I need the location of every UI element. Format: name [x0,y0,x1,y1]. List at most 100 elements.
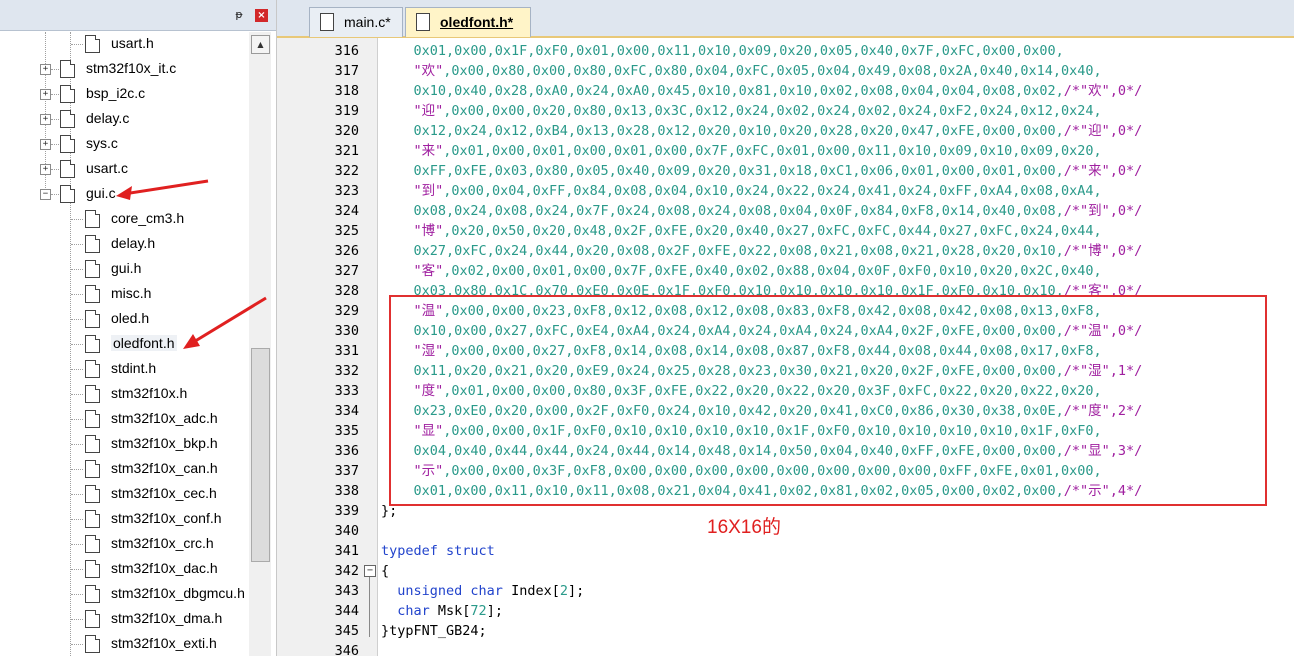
line-number: 344 [334,603,359,619]
tab-oledfont-h[interactable]: oledfont.h* [405,7,531,37]
tree-item-label: stm32f10x_can.h [111,460,218,476]
file-icon [85,610,100,628]
editor-tabs: main.c* oledfont.h* [277,0,1294,38]
tree-item-label: stm32f10x_exti.h [111,635,217,651]
file-icon [320,13,334,31]
code-token: 2 [559,583,568,599]
code-token: 0xFF,0xFE,0x03,0x80,0x05,0x40,0x09,0x20,… [381,163,1064,179]
line-number: 336 [334,443,359,459]
file-icon [85,510,100,528]
code-token: 0x12,0x24,0x12,0xB4,0x13,0x28,0x12,0x20,… [381,123,1064,139]
code-token: char [397,603,430,619]
code-token: "到" [381,183,444,199]
code-line[interactable]: typedef struct [381,541,495,561]
line-number: 342 [334,563,359,579]
tree-item[interactable]: stm32f10x_can.h [0,457,248,481]
tree-item[interactable]: stm32f10x_dma.h [0,607,248,631]
code-line[interactable]: "来",0x01,0x00,0x01,0x00,0x01,0x00,0x7F,0… [381,141,1102,161]
code-token: typedef struct [381,543,495,559]
code-line[interactable]: { [381,561,389,581]
code-line[interactable]: 0x01,0x00,0x1F,0xF0,0x01,0x00,0x11,0x10,… [381,41,1064,61]
tree-item-label: stm32f10x_adc.h [111,410,218,426]
code-line[interactable]: "到",0x00,0x04,0xFF,0x84,0x08,0x04,0x10,0… [381,181,1102,201]
tree-item-label: stm32f10x_bkp.h [111,435,218,451]
code-token: ,0x00,0x80,0x00,0x80,0xFC,0x80,0x04,0xFC… [443,63,1102,79]
file-icon [85,485,100,503]
code-token: ,0x02,0x00,0x01,0x00,0x7F,0xFE,0x40,0x02… [443,263,1102,279]
code-line[interactable]: "博",0x20,0x50,0x20,0x48,0x2F,0xFE,0x20,0… [381,221,1102,241]
code-token: 0x01,0x00,0x1F,0xF0,0x01,0x00,0x11,0x10,… [381,43,1064,59]
tree-item-label: stm32f10x_crc.h [111,535,214,551]
code-token: Index[ [502,583,560,599]
tab-label: main.c* [344,14,391,30]
code-line[interactable]: 0x12,0x24,0x12,0xB4,0x13,0x28,0x12,0x20,… [381,121,1143,141]
tree-guide-line [71,469,83,470]
code-line[interactable]: "欢",0x00,0x80,0x00,0x80,0xFC,0x80,0x04,0… [381,61,1102,81]
code-token: ]; [567,583,585,599]
tree-guide-line [71,644,83,645]
tree-item-label: stm32f10x_dma.h [111,610,223,626]
code-token: "迎" [381,103,444,119]
code-token: ,0x00,0x04,0xFF,0x84,0x08,0x04,0x10,0x24… [443,183,1102,199]
code-token: 0x10,0x40,0x28,0xA0,0x24,0xA0,0x45,0x10,… [381,83,1064,99]
code-token: /*"到",0*/ [1063,203,1143,219]
code-token: ,0x00,0x00,0x20,0x80,0x13,0x3C,0x12,0x24… [443,103,1102,119]
line-number: 335 [334,423,359,439]
tree-item[interactable]: stm32f10x_dbgmcu.h [0,582,248,606]
fold-guide-line [369,577,370,637]
code-line[interactable]: char Msk[72]; [381,601,503,621]
code-token: /*"欢",0*/ [1063,83,1143,99]
line-number: 339 [334,503,359,519]
code-line[interactable]: 0xFF,0xFE,0x03,0x80,0x05,0x40,0x09,0x20,… [381,161,1143,181]
tab-main-c[interactable]: main.c* [309,7,403,37]
line-number: 338 [334,483,359,499]
code-line[interactable]: 0x27,0xFC,0x24,0x44,0x20,0x08,0x2F,0xFE,… [381,241,1143,261]
fold-toggle-icon[interactable]: − [364,565,376,577]
tree-item[interactable]: stm32f10x_cec.h [0,482,248,506]
line-number: 346 [334,643,359,659]
code-token: "来" [381,143,444,159]
code-token: { [381,563,390,579]
code-token: ]; [486,603,503,619]
tree-item[interactable]: stm32f10x_dac.h [0,557,248,581]
tree-item[interactable]: stm32f10x_exti.h [0,632,248,656]
file-icon [85,560,100,578]
code-line[interactable]: "客",0x02,0x00,0x01,0x00,0x7F,0xFE,0x40,0… [381,261,1102,281]
code-line[interactable]: unsigned char Index[2]; [381,581,584,601]
code-token: }typFNT_GB24; [381,623,487,639]
tree-item-label: stm32f10x_dac.h [111,560,218,576]
file-icon [85,435,100,453]
line-number: 340 [334,523,359,539]
tree-item[interactable]: stm32f10x_conf.h [0,507,248,531]
code-token: /*"来",0*/ [1063,163,1143,179]
highlight-box [389,295,1267,506]
code-line[interactable]: }typFNT_GB24; [381,621,487,641]
code-token: ,0x01,0x00,0x01,0x00,0x01,0x00,0x7F,0xFC… [443,143,1102,159]
code-editor[interactable]: 316 317 318 319 320 321 322 323 324 325 326 327 328 3… [277,38,1294,659]
tree-guide-line [71,594,83,595]
annotation-label: 16X16的 [707,517,781,538]
tree-item-label: stm32f10x_cec.h [111,485,217,501]
tree-item[interactable]: stm32f10x_adc.h [0,407,248,431]
code-line[interactable]: "迎",0x00,0x00,0x20,0x80,0x13,0x3C,0x12,0… [381,101,1102,121]
red-arrows [116,179,267,349]
code-token: 0x27,0xFC,0x24,0x44,0x20,0x08,0x2F,0xFE,… [381,243,1064,259]
tree-item-label: stm32f10x_conf.h [111,510,222,526]
file-icon [85,585,100,603]
code-line[interactable]: 0x08,0x24,0x08,0x24,0x7F,0x24,0x08,0x24,… [381,201,1143,221]
arrow-to-gui-c [116,179,209,200]
line-number: 337 [334,463,359,479]
code-token: 0x08,0x24,0x08,0x24,0x7F,0x24,0x08,0x24,… [381,203,1064,219]
code-token: "欢" [381,63,444,79]
code-token: /*"迎",0*/ [1063,123,1143,139]
code-token: "客" [381,263,444,279]
tree-item[interactable]: stm32f10x_bkp.h [0,432,248,456]
code-line[interactable]: 0x10,0x40,0x28,0xA0,0x24,0xA0,0x45,0x10,… [381,81,1143,101]
file-icon [85,635,100,653]
code-token: ,0x20,0x50,0x20,0x48,0x2F,0xFE,0x20,0x40… [443,223,1102,239]
tree-item[interactable]: stm32f10x_crc.h [0,532,248,556]
code-token: 72 [470,603,487,619]
line-number: 343 [334,583,359,599]
